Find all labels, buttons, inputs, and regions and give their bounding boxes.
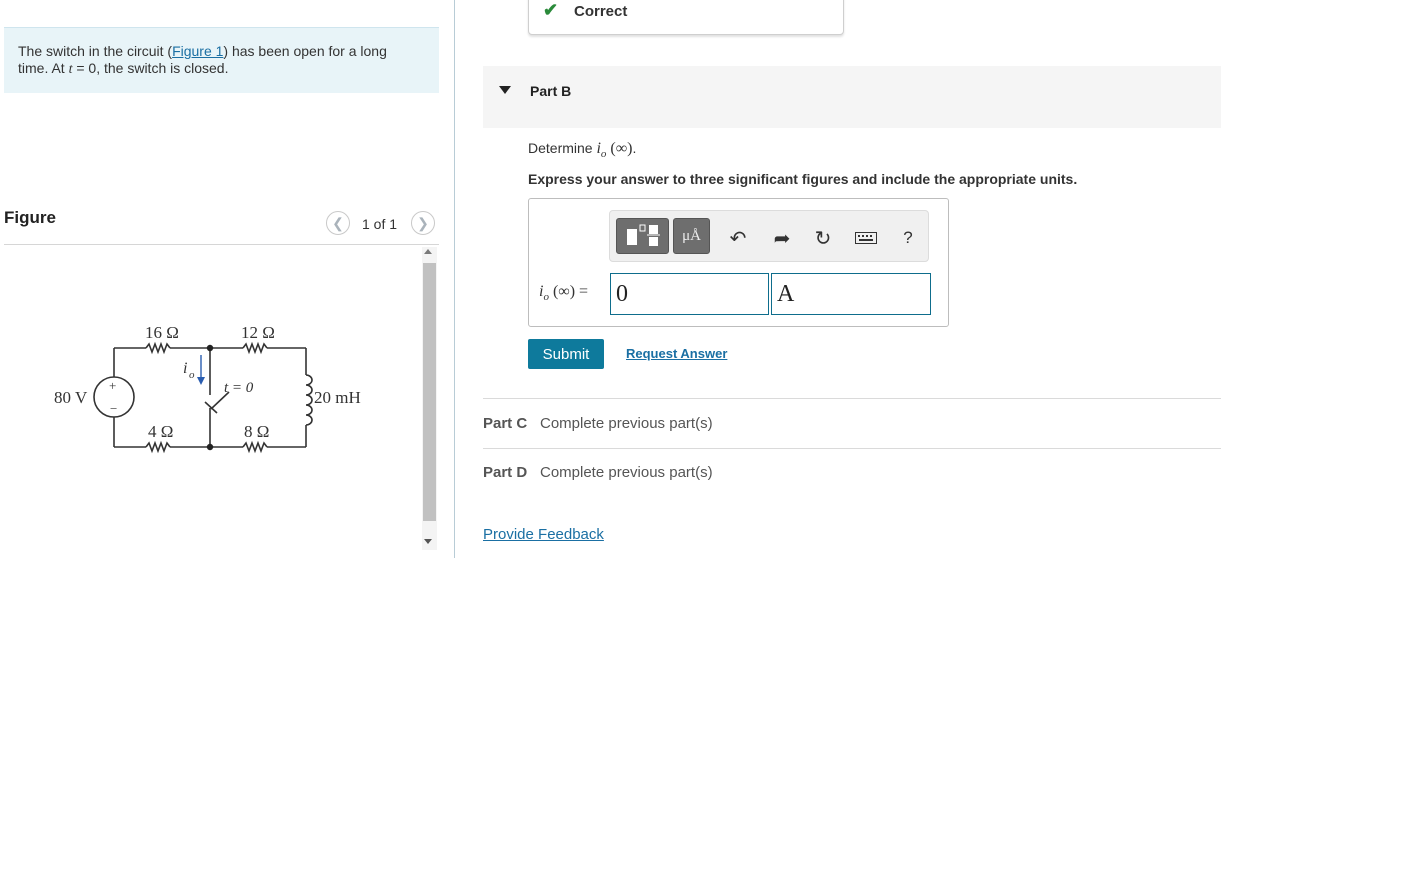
caret-down-icon[interactable] xyxy=(499,86,511,94)
circuit-diagram: + − 80 V 16 Ω 12 Ω 4 Ω 8 Ω 20 mH i o t =… xyxy=(54,323,361,454)
keyboard-icon[interactable] xyxy=(854,223,878,253)
svg-text:i: i xyxy=(183,360,187,377)
help-button[interactable]: ? xyxy=(896,223,920,253)
divider xyxy=(483,398,1221,399)
correct-feedback: ✔ Correct xyxy=(528,0,844,35)
equation-label: io (∞) = xyxy=(539,283,589,303)
submit-button[interactable]: Submit xyxy=(528,339,604,369)
part-c-label[interactable]: Part C xyxy=(483,415,527,432)
chevron-left-icon[interactable]: ❮ xyxy=(326,211,350,235)
part-c-status: Complete previous part(s) xyxy=(540,415,713,432)
redo-icon[interactable]: ➦ xyxy=(770,223,794,253)
part-b-label: Part B xyxy=(530,83,572,99)
request-answer-link[interactable]: Request Answer xyxy=(626,346,727,361)
answer-units-input[interactable] xyxy=(771,273,931,315)
templates-icon[interactable] xyxy=(616,218,669,254)
scrollbar-thumb[interactable] xyxy=(423,263,436,521)
figure-counter: 1 of 1 xyxy=(362,216,398,232)
svg-text:20 mH: 20 mH xyxy=(314,388,361,407)
answer-instructions: Express your answer to three significant… xyxy=(528,171,1078,187)
answer-value-input[interactable] xyxy=(610,273,769,315)
reset-icon[interactable]: ↻ xyxy=(811,223,835,253)
svg-text:4 Ω: 4 Ω xyxy=(148,422,173,441)
svg-text:8 Ω: 8 Ω xyxy=(244,422,269,441)
scroll-up-arrow[interactable] xyxy=(424,249,432,254)
chevron-right-icon[interactable]: ❯ xyxy=(411,211,435,235)
part-b-header[interactable]: Part B xyxy=(483,66,1221,128)
math-toolbar: μÅ ↶ ➦ ↻ ? xyxy=(609,210,929,262)
divider xyxy=(4,244,439,245)
svg-text:o: o xyxy=(189,369,195,381)
undo-icon[interactable]: ↶ xyxy=(726,223,750,253)
svg-text:12 Ω: 12 Ω xyxy=(241,323,275,342)
svg-text:t = 0: t = 0 xyxy=(224,380,254,396)
correct-text: Correct xyxy=(574,3,628,20)
units-button[interactable]: μÅ xyxy=(673,218,710,254)
figure-link[interactable]: Figure 1 xyxy=(172,43,223,59)
provide-feedback-link[interactable]: Provide Feedback xyxy=(483,526,604,543)
problem-statement: The switch in the circuit (Figure 1) has… xyxy=(4,27,439,93)
part-d-status: Complete previous part(s) xyxy=(540,464,713,481)
svg-text:−: − xyxy=(110,401,117,416)
scroll-down-arrow[interactable] xyxy=(424,539,432,544)
problem-text: The switch in the circuit (Figure 1) has… xyxy=(18,43,387,77)
figure-title: Figure xyxy=(4,208,56,227)
svg-text:16 Ω: 16 Ω xyxy=(145,323,179,342)
question-prompt: Determine io (∞). xyxy=(528,140,637,160)
check-icon: ✔ xyxy=(543,0,559,20)
divider xyxy=(483,448,1221,449)
pane-divider[interactable] xyxy=(454,0,455,558)
part-d-label[interactable]: Part D xyxy=(483,464,527,481)
svg-text:80 V: 80 V xyxy=(54,388,88,407)
svg-text:+: + xyxy=(109,378,116,393)
